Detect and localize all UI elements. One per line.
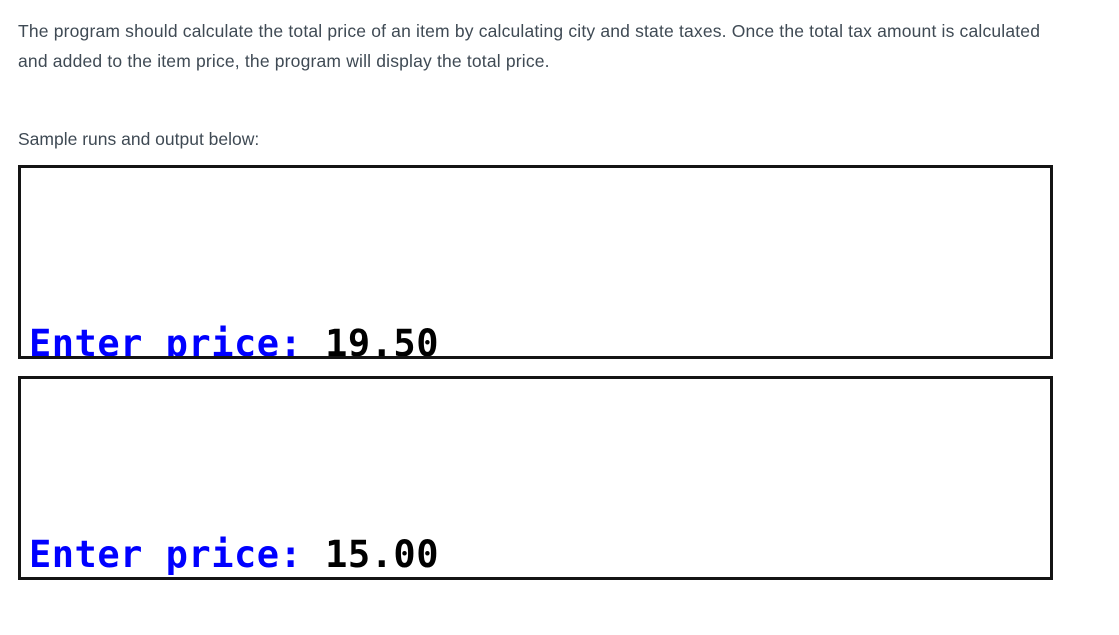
console-line-input-prompt: Enter price: 19.50 (29, 319, 1050, 359)
assignment-description: The program should calculate the total p… (18, 16, 1048, 76)
description-paragraph: The program should calculate the total p… (18, 21, 1041, 71)
sample-runs-label: Sample runs and output below: (18, 129, 260, 149)
assignment-page: The program should calculate the total p… (0, 0, 1119, 635)
sample-run-1-console: Enter price: 19.50 Item price is 19.5 an… (18, 165, 1053, 359)
console-output-area: Enter price: 19.50 Item price is 19.5 an… (21, 168, 1050, 359)
sample-run-2-console: Enter price: 15.00 Item price is 15.0 an… (18, 376, 1053, 580)
input-prompt-text: Enter price: (29, 533, 326, 576)
user-entered-value: 15.00 (325, 533, 439, 576)
input-prompt-text: Enter price: (29, 322, 326, 359)
user-entered-value: 19.50 (325, 322, 439, 359)
console-line-input-prompt: Enter price: 15.00 (29, 530, 1050, 577)
console-output-area: Enter price: 15.00 Item price is 15.0 an… (21, 379, 1050, 577)
